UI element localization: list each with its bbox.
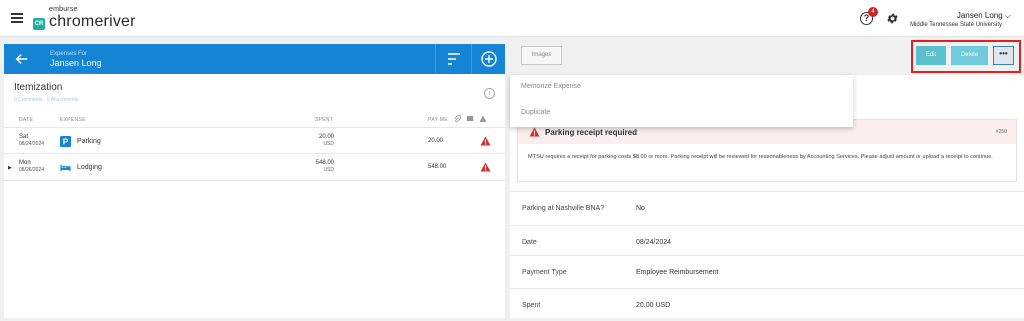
- row-amount: 20.00: [318, 134, 334, 140]
- chevron-down-icon: ⌵: [1004, 11, 1011, 20]
- info-icon[interactable]: i: [484, 88, 495, 99]
- row-day: Mon: [19, 160, 31, 166]
- menu-item-duplicate[interactable]: Duplicate: [521, 109, 550, 116]
- field-date: Date 08/24/2024: [510, 225, 1024, 258]
- row-category: Lodging: [77, 164, 102, 171]
- row-category: Parking: [77, 138, 101, 145]
- row-date: 08/24/2024: [19, 141, 45, 147]
- field-value: 20.00 USD: [636, 302, 671, 309]
- header-name: Jansen Long: [50, 58, 102, 68]
- edit-button[interactable]: Edit: [916, 46, 946, 65]
- alert-title: Parking receipt required: [545, 128, 638, 137]
- plus-circle-icon: [481, 51, 497, 67]
- field-value: Employee Reimbursement: [636, 269, 719, 276]
- field-payment-type: Payment Type Employee Reimbursement: [510, 255, 1024, 288]
- warning-icon: [480, 162, 491, 172]
- comment-icon: [466, 116, 474, 121]
- row-day: Sat: [19, 134, 29, 140]
- user-organization: Middle Tennessee State University: [910, 22, 1002, 28]
- add-expense-button[interactable]: [471, 44, 505, 74]
- expand-caret-icon[interactable]: ▶: [8, 165, 12, 171]
- receipt-alert: Parking receipt required #250 MTSU requi…: [517, 119, 1017, 182]
- itemization-title: Itemization: [14, 82, 63, 93]
- row-date: 08/26/2024: [19, 167, 45, 173]
- field-label: Spent: [522, 302, 541, 309]
- row-pay-me: 548.00: [428, 164, 447, 170]
- column-header-spent: SPENT: [315, 117, 334, 123]
- delete-button[interactable]: Delete: [951, 46, 988, 65]
- comments-attachments-count: 0 Comments · 0 Attachments: [14, 97, 79, 103]
- svg-text:P: P: [63, 138, 69, 147]
- paperclip-icon: [454, 115, 461, 123]
- user-menu[interactable]: Jansen Long ⌵: [957, 11, 1011, 21]
- row-amount: 548.00: [315, 160, 334, 166]
- row-currency: USD: [323, 167, 334, 173]
- header-label: Expenses For: [50, 51, 88, 57]
- detail-toolbar: Images Edit Delete •••: [510, 37, 1024, 75]
- parking-icon: P: [60, 136, 71, 147]
- brand-small-text: emburse: [49, 6, 78, 13]
- expenses-panel: Expenses For Jansen Long Itemization 0 C…: [4, 44, 505, 318]
- user-name: Jansen Long: [956, 11, 1003, 20]
- images-button[interactable]: Images: [521, 46, 562, 65]
- gear-icon[interactable]: [886, 12, 899, 25]
- warning-icon: [480, 136, 491, 146]
- row-pay-me: 20.00: [428, 138, 444, 144]
- field-value: 08/24/2024: [636, 239, 672, 246]
- brand-badge: CR: [33, 18, 45, 30]
- field-parking-bna: Parking at Nashville BNA? No: [510, 191, 1024, 224]
- alert-message: MTSU requires a receipt for parking cost…: [528, 154, 993, 160]
- field-label: Parking at Nashville BNA?: [522, 205, 605, 212]
- sort-button[interactable]: [435, 44, 471, 74]
- more-options-menu: Memorize Expense Duplicate: [510, 75, 853, 127]
- menu-item-memorize-expense[interactable]: Memorize Expense: [521, 83, 581, 90]
- notification-badge: 4: [868, 7, 878, 17]
- bed-icon: [60, 164, 71, 172]
- hamburger-menu-icon[interactable]: [11, 13, 23, 23]
- column-header-date: DATE: [19, 117, 34, 123]
- field-label: Date: [522, 239, 537, 246]
- top-bar: emburse CR chromeriver ? 4 Jansen Long ⌵…: [0, 0, 1024, 37]
- warning-column-icon: [479, 115, 487, 122]
- field-value: No: [636, 205, 645, 212]
- field-label: Payment Type: [522, 269, 567, 276]
- expenses-header: Expenses For Jansen Long: [4, 44, 505, 74]
- warning-icon: [529, 127, 540, 137]
- brand-main-text: chromeriver: [49, 13, 136, 30]
- row-currency: USD: [323, 141, 334, 147]
- back-arrow-icon[interactable]: [15, 52, 29, 66]
- expense-row-lodging[interactable]: ▶ Mon 08/26/2024 Lodging 548.00 USD 548.…: [4, 154, 505, 181]
- expense-row-parking[interactable]: Sat 08/24/2024 P Parking 20.00 USD 20.00: [4, 127, 505, 154]
- more-options-button[interactable]: •••: [993, 46, 1014, 65]
- column-header-pay-me: PAY ME: [428, 117, 448, 123]
- sort-icon: [448, 53, 460, 65]
- field-spent: Spent 20.00 USD: [510, 288, 1024, 321]
- alert-code: #250: [995, 129, 1007, 135]
- column-header-expense: EXPENSE: [60, 117, 86, 123]
